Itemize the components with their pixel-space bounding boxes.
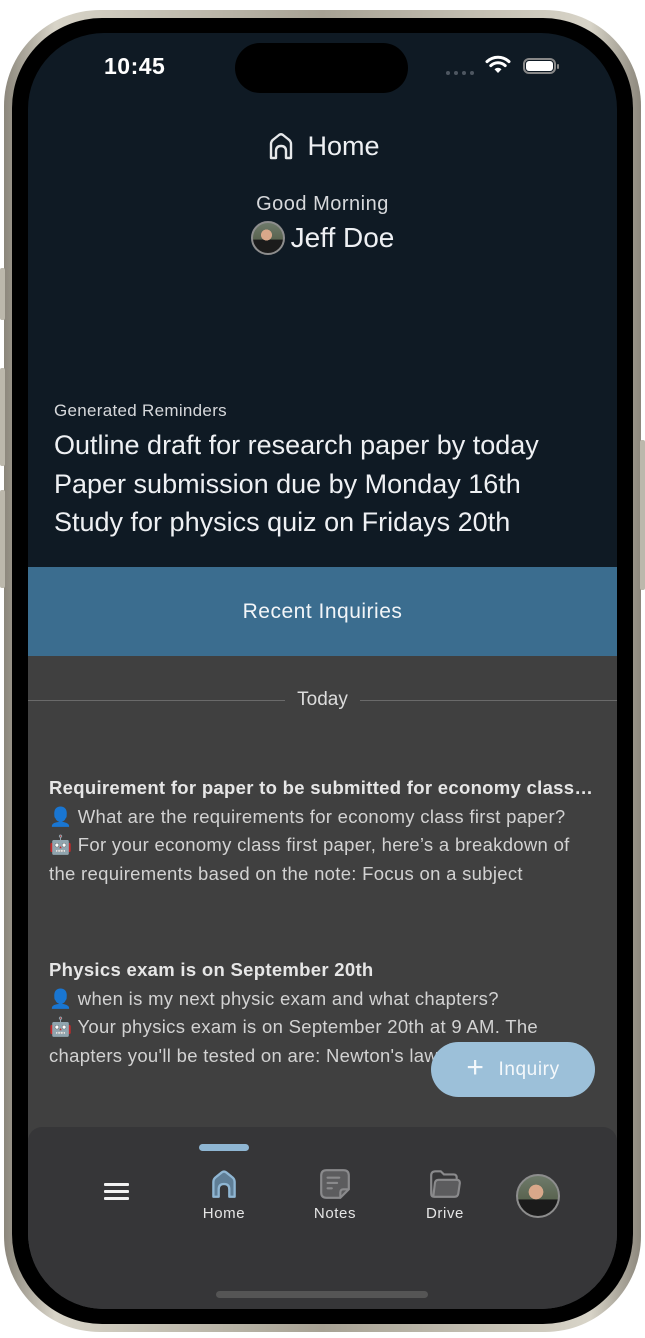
plus-icon: + xyxy=(466,1051,485,1084)
new-inquiry-label: Inquiry xyxy=(498,1058,560,1080)
battery-icon xyxy=(523,58,559,74)
menu-icon[interactable] xyxy=(104,1183,129,1204)
tab-drive[interactable]: Drive xyxy=(405,1167,485,1222)
user-greeting: Jeff Doe xyxy=(28,221,617,255)
active-tab-indicator xyxy=(199,1144,249,1151)
avatar xyxy=(250,221,285,255)
reminder-item[interactable]: Outline draft for research paper by toda… xyxy=(54,426,539,465)
reminder-item[interactable]: Study for physics quiz on Fridays 20th xyxy=(54,503,539,542)
page-title-text: Home xyxy=(307,130,380,161)
page-title: Home xyxy=(28,130,617,162)
greeting-text: Good Morning xyxy=(256,193,389,215)
inquiry-item[interactable]: Requirement for paper to be submitted fo… xyxy=(49,774,593,888)
robot-icon: 🤖 xyxy=(49,834,73,855)
side-button xyxy=(640,440,645,590)
inquiry-title: Requirement for paper to be submitted fo… xyxy=(49,777,593,798)
volume-up-button xyxy=(0,368,5,466)
reminders-label: Generated Reminders xyxy=(54,401,227,420)
wifi-icon xyxy=(485,55,511,73)
robot-icon: 🤖 xyxy=(49,1016,73,1037)
new-inquiry-button[interactable]: + Inquiry xyxy=(431,1042,595,1097)
app-screen: 10:45 Home Good Morning Jeff Doe Generat… xyxy=(28,33,617,1309)
volume-down-button xyxy=(0,490,5,588)
date-divider: Today xyxy=(28,689,617,711)
question-text: when is my next physic exam and what cha… xyxy=(77,987,499,1009)
answer-text: For your economy class first paper, here… xyxy=(49,834,570,884)
home-indicator xyxy=(216,1291,428,1298)
inquiry-answer: 🤖 For your economy class first paper, he… xyxy=(49,831,593,888)
tab-bar: Home Notes Drive xyxy=(28,1127,617,1309)
user-icon: 👤 xyxy=(49,987,73,1009)
signal-icon xyxy=(446,71,474,75)
user-icon: 👤 xyxy=(49,805,73,827)
inquiry-question: 👤 when is my next physic exam and what c… xyxy=(49,985,593,1014)
dynamic-island xyxy=(235,43,408,93)
action-button xyxy=(0,268,5,320)
status-bar: 10:45 xyxy=(28,33,617,103)
question-text: What are the requirements for economy cl… xyxy=(77,805,566,827)
tab-label: Home xyxy=(202,1205,246,1222)
tab-label: Drive xyxy=(425,1205,464,1222)
reminder-item[interactable]: Paper submission due by Monday 16th xyxy=(54,465,539,504)
tab-label: Notes xyxy=(313,1205,357,1222)
tab-notes[interactable]: Notes xyxy=(295,1167,375,1222)
status-time: 10:45 xyxy=(104,53,166,79)
divider-line xyxy=(28,699,286,701)
user-name: Jeff Doe xyxy=(290,222,395,253)
home-icon xyxy=(212,1170,236,1198)
recent-inquiries-header: Recent Inquiries xyxy=(28,567,617,656)
divider-line xyxy=(359,699,617,701)
reminders-list: Outline draft for research paper by toda… xyxy=(54,426,539,542)
home-icon xyxy=(270,133,293,160)
inquiry-title: Physics exam is on September 20th xyxy=(49,959,374,980)
inquiry-question: 👤 What are the requirements for economy … xyxy=(49,803,593,832)
notes-icon xyxy=(320,1169,350,1199)
date-divider-label: Today xyxy=(297,689,348,710)
profile-avatar-button[interactable] xyxy=(516,1174,560,1218)
tab-home[interactable]: Home xyxy=(184,1167,264,1222)
folder-icon xyxy=(430,1170,461,1198)
